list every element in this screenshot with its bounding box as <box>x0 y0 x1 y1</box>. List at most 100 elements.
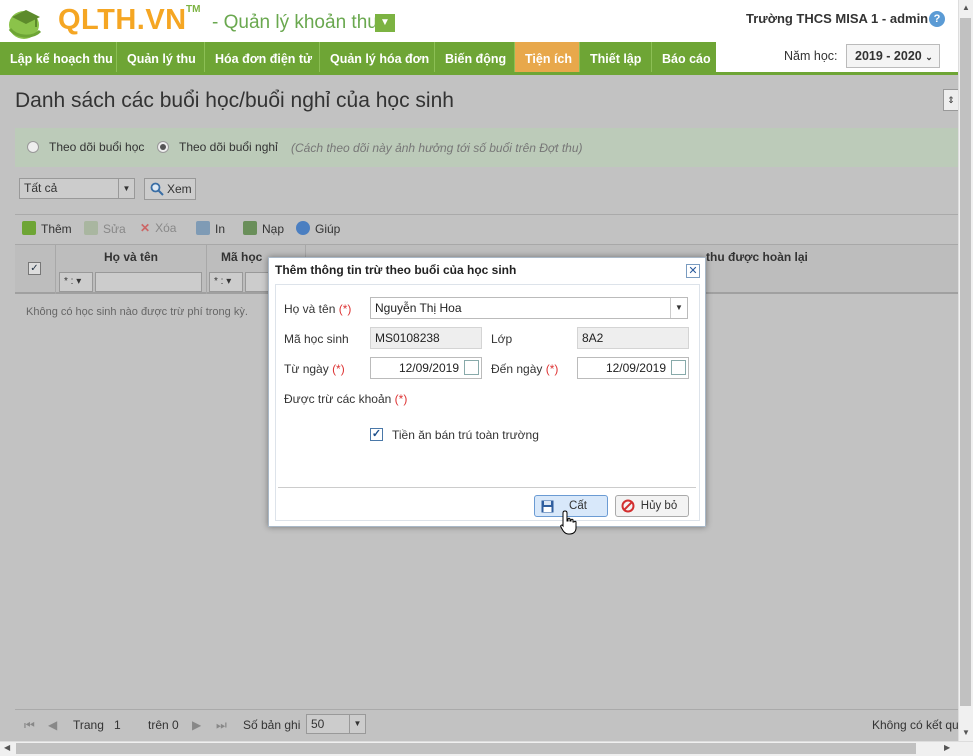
filter-select[interactable]: Tất cả ▼ <box>19 178 135 199</box>
radio-track-attendance[interactable] <box>27 141 39 153</box>
hand-pointer-icon <box>560 510 577 535</box>
nav-item-e-invoice[interactable]: Hóa đơn điện tử <box>205 42 320 74</box>
prev-page-icon[interactable]: ◀ <box>48 718 57 732</box>
collapse-toggle-icon[interactable]: ⇕ <box>943 89 958 111</box>
column-header-refund[interactable]: thu được hoàn lại <box>706 250 808 264</box>
user-menu[interactable]: Trường THCS MISA 1 - admin ▾ <box>746 11 938 27</box>
scroll-up-icon[interactable]: ▲ <box>962 3 970 12</box>
edit-button-label: Sửa <box>103 222 126 236</box>
to-date-input[interactable]: 12/09/2019 <box>577 357 689 379</box>
load-button[interactable]: Nạp <box>243 221 284 236</box>
to-date-label: Đến ngày (*) <box>491 362 559 376</box>
class-label: Lớp <box>491 332 513 346</box>
chevron-down-icon: ▼ <box>118 179 134 198</box>
chevron-down-icon: ▼ <box>670 298 687 318</box>
from-date-input[interactable]: 12/09/2019 <box>370 357 482 379</box>
radio-track-attendance-label: Theo dõi buổi học <box>49 140 145 154</box>
next-page-icon[interactable]: ▶ <box>192 718 201 732</box>
scroll-left-icon[interactable]: ◀ <box>4 743 10 752</box>
name-field-label: Họ và tên (*) <box>284 302 352 316</box>
dialog-divider <box>278 487 696 488</box>
horizontal-scroll-thumb[interactable] <box>16 743 916 754</box>
import-icon <box>243 221 257 235</box>
column-divider <box>55 244 56 294</box>
page-size-select[interactable]: 50 ▼ <box>306 714 366 734</box>
add-button-label: Thêm <box>41 222 72 236</box>
print-button-label: In <box>215 222 226 236</box>
grid-empty-message: Không có học sinh nào được trừ phí trong… <box>26 306 248 318</box>
cancel-button[interactable]: Hủy bỏ <box>615 495 689 517</box>
close-icon[interactable]: ✕ <box>686 264 700 278</box>
calendar-icon[interactable] <box>671 360 686 375</box>
nav-item-plan[interactable]: Lập kế hoạch thu <box>0 42 117 74</box>
nav-item-reports[interactable]: Báo cáo <box>652 42 716 74</box>
page-title: Danh sách các buổi học/buổi nghỉ của học… <box>15 89 454 112</box>
add-icon <box>22 221 36 235</box>
load-button-label: Nạp <box>262 222 285 236</box>
from-date-value: 12/09/2019 <box>398 361 459 375</box>
student-name-value: Nguyễn Thị Hoa <box>375 301 462 315</box>
filter-operator-label: * : <box>64 276 74 287</box>
page-size-value: 50 <box>311 717 325 731</box>
print-icon <box>196 221 210 235</box>
scroll-right-icon[interactable]: ▶ <box>944 743 950 752</box>
chevron-down-icon: ⌄ <box>925 52 933 62</box>
school-year-value: 2019 - 2020 <box>855 49 922 63</box>
edit-button[interactable]: Sửa <box>84 221 126 236</box>
student-id-filter-input[interactable] <box>245 272 269 292</box>
help-icon[interactable]: ? <box>929 11 945 27</box>
fee-item-checkbox[interactable]: ✓ <box>370 428 383 441</box>
help-button[interactable]: Giúp <box>296 221 340 236</box>
dialog-title: Thêm thông tin trừ theo buổi của học sin… <box>275 263 517 277</box>
help-button-label: Giúp <box>315 222 341 236</box>
filter-operator-label: * : <box>214 276 224 287</box>
delete-button-label: Xóa <box>155 221 177 235</box>
edit-icon <box>84 221 98 235</box>
search-icon <box>150 182 164 196</box>
page-label: Trang <box>73 718 104 732</box>
nav-item-collect[interactable]: Quản lý thu <box>117 42 205 74</box>
scroll-down-icon[interactable]: ▼ <box>962 728 970 737</box>
from-date-label: Từ ngày (*) <box>284 362 345 376</box>
logo-icon <box>8 10 42 39</box>
name-filter-input[interactable] <box>95 272 202 292</box>
logo-trademark: TM <box>186 4 201 15</box>
student-id-field: MS0108238 <box>370 327 482 349</box>
view-button[interactable]: Xem <box>144 178 196 200</box>
fees-label: Được trừ các khoản (*) <box>284 392 408 406</box>
column-divider <box>206 244 207 294</box>
last-page-icon[interactable]: ⏭ <box>216 718 227 733</box>
nav-item-utilities[interactable]: Tiện ích <box>515 42 580 74</box>
tracking-mode-hint: (Cách theo dõi này ảnh hưởng tới số buổi… <box>291 141 583 155</box>
help-icon <box>296 221 310 235</box>
floppy-disk-icon <box>541 500 554 513</box>
student-name-select[interactable]: Nguyễn Thị Hoa ▼ <box>370 297 688 319</box>
nav-item-invoice-mgmt[interactable]: Quản lý hóa đơn <box>320 42 435 74</box>
first-page-icon[interactable]: ⏮ <box>24 718 35 733</box>
student-id-filter-operator[interactable]: * : ▾ <box>209 272 243 292</box>
filter-value: Tất cả <box>24 181 58 195</box>
fee-item-label: Tiền ăn bán trú toàn trường <box>392 428 539 442</box>
add-button[interactable]: Thêm <box>22 221 72 236</box>
vertical-scroll-thumb[interactable] <box>960 18 971 706</box>
page-number-input[interactable]: 1 <box>114 718 121 732</box>
delete-button[interactable]: ✕ Xóa <box>140 221 176 235</box>
radio-track-absence[interactable] <box>157 141 169 153</box>
page-size-label: Số bản ghi <box>243 718 301 732</box>
student-id-label: Mã học sinh <box>284 332 349 346</box>
print-button[interactable]: In <box>196 221 225 236</box>
chevron-down-icon: ▼ <box>349 715 365 733</box>
view-button-label: Xem <box>167 182 192 196</box>
name-filter-operator[interactable]: * : ▾ <box>59 272 93 292</box>
column-header-student-id[interactable]: Mã học <box>221 250 262 264</box>
column-header-name[interactable]: Họ và tên <box>104 250 158 264</box>
select-all-checkbox[interactable]: ✓ <box>28 262 41 275</box>
school-year-select[interactable]: 2019 - 2020 ⌄ <box>846 44 940 68</box>
pager-status: Không có kết quả <box>872 718 966 732</box>
calendar-icon[interactable] <box>464 360 479 375</box>
school-year-label: Năm học: <box>784 49 838 63</box>
nav-item-changes[interactable]: Biến động <box>435 42 515 74</box>
nav-item-settings[interactable]: Thiết lập <box>580 42 652 74</box>
app-switcher-dropdown-icon[interactable]: ▼ <box>375 14 395 32</box>
to-date-value: 12/09/2019 <box>605 361 666 375</box>
